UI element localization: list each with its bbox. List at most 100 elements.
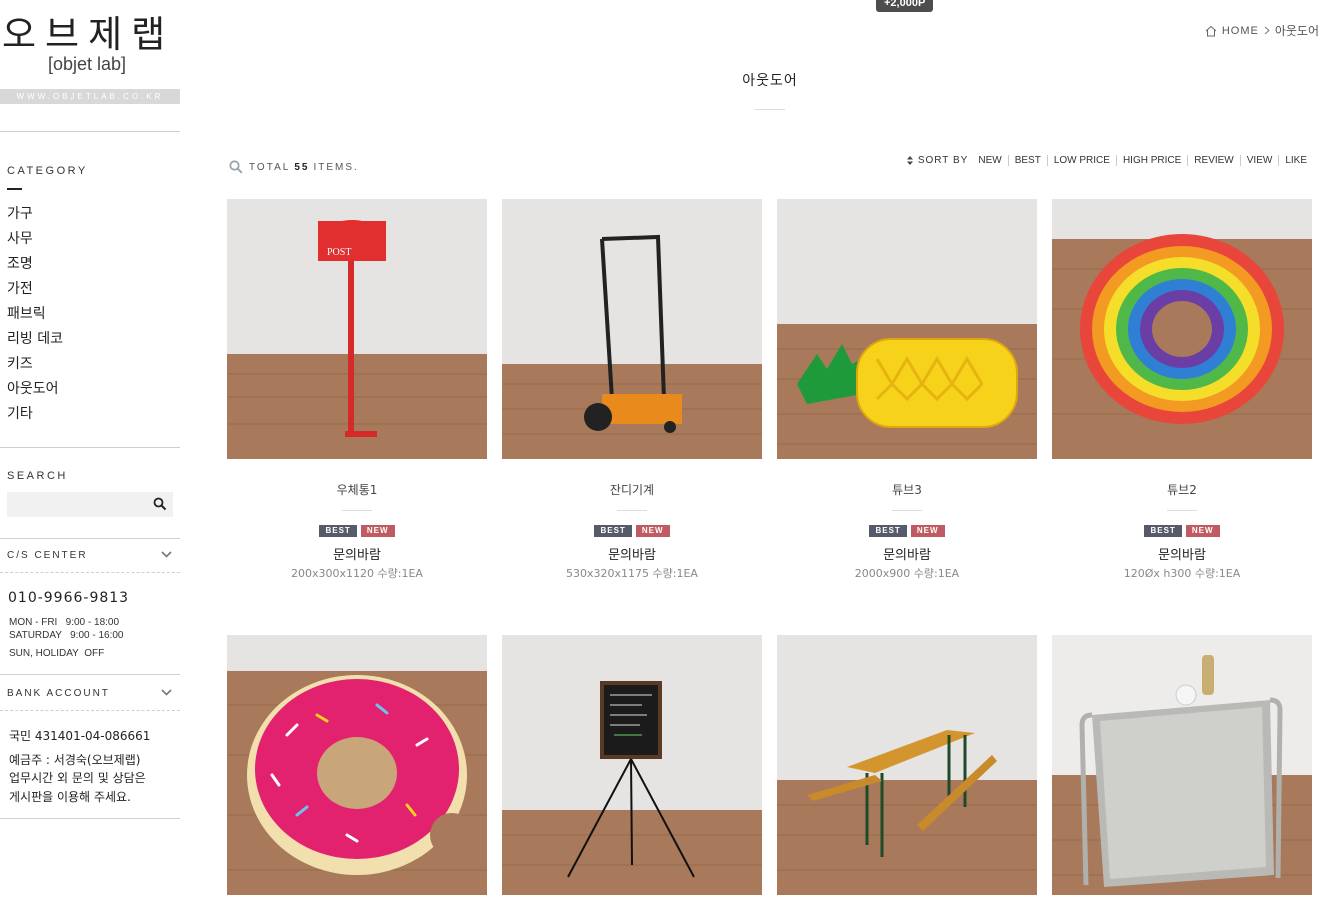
product-price: 문의바람 (333, 548, 381, 563)
cs-hours-weekday: MON - FRI 9:00 - 18:00 (9, 617, 120, 628)
product-card (227, 635, 487, 895)
total-count: TOTAL 55 ITEMS. (229, 160, 359, 174)
home-icon[interactable] (1205, 25, 1217, 37)
sort-low-price[interactable]: LOW PRICE (1046, 155, 1116, 166)
category-title: CATEGORY (7, 165, 88, 177)
breadcrumb: HOME 아웃도어 (1205, 22, 1319, 39)
category-item-fabric[interactable]: 패브릭 (7, 304, 63, 329)
product-name[interactable]: 잔디기계 (502, 481, 762, 498)
sort-high-price[interactable]: HIGH PRICE (1115, 155, 1187, 166)
chevron-down-icon[interactable] (161, 687, 172, 698)
product-divider (342, 510, 372, 511)
category-item-furniture[interactable]: 가구 (7, 204, 63, 229)
divider (0, 447, 180, 448)
breadcrumb-home[interactable]: HOME (1222, 25, 1259, 37)
product-tags: BEST NEW (1052, 525, 1312, 537)
total-number: 55 (294, 161, 310, 173)
product-name[interactable]: 튜브2 (1052, 481, 1312, 498)
product-tags: BEST NEW (502, 525, 762, 537)
product-name[interactable]: 튜브3 (777, 481, 1037, 498)
product-divider (892, 510, 922, 511)
category-item-living-deco[interactable]: 리빙 데코 (7, 329, 63, 354)
search-box (7, 492, 173, 517)
divider (0, 710, 180, 711)
divider (0, 538, 180, 539)
product-name[interactable]: 우체통1 (227, 481, 487, 498)
product-card (1052, 635, 1312, 895)
product-image-mailbox[interactable]: POST (227, 199, 487, 459)
best-badge: BEST (594, 525, 632, 537)
svg-text:POST: POST (327, 247, 351, 258)
search-input[interactable] (7, 492, 157, 517)
product-spec: 530x320x1175 수량:1EA (566, 567, 698, 580)
product-card (502, 635, 762, 895)
total-suffix: ITEMS. (313, 161, 359, 173)
chevron-down-icon[interactable] (161, 549, 172, 560)
product-spec: 2000x900 수량:1EA (854, 567, 960, 580)
best-badge: BEST (319, 525, 357, 537)
sort-review[interactable]: REVIEW (1187, 155, 1239, 166)
product-image-chalkboard-easel[interactable] (502, 635, 762, 895)
product-image-pineapple-float[interactable] (777, 199, 1037, 459)
category-item-office[interactable]: 사무 (7, 229, 63, 254)
new-badge: NEW (360, 525, 395, 537)
cs-hours-saturday: SATURDAY 9:00 - 16:00 (9, 630, 124, 641)
points-badge: +2,000P (876, 0, 934, 12)
sidebar: 오브제랩 [objet lab] WWW.OBJETLAB.CO.KR CATE… (0, 0, 180, 908)
search-title: SEARCH (7, 470, 68, 482)
product-price: 문의바람 (1158, 548, 1206, 563)
divider (0, 572, 180, 573)
divider (0, 131, 180, 132)
sort-like[interactable]: LIKE (1278, 155, 1313, 166)
product-price: 문의바람 (883, 548, 931, 563)
logo-korean[interactable]: 오브제랩 (2, 4, 174, 58)
product-image-display-stand[interactable] (1052, 635, 1312, 895)
product-card (777, 635, 1037, 895)
cs-phone: 010-9966-9813 (8, 590, 130, 606)
product-card: 튜브3 BEST NEW 문의바람 2000x900 수량:1EA (777, 199, 1037, 580)
title-divider (755, 109, 785, 110)
breadcrumb-current[interactable]: 아웃도어 (1275, 22, 1319, 39)
cs-hours-holiday: SUN, HOLIDAY OFF (9, 648, 105, 659)
product-image-picnic-table[interactable] (777, 635, 1037, 895)
sort-view[interactable]: VIEW (1239, 155, 1279, 166)
product-tags: BEST NEW (227, 525, 487, 537)
logo-english[interactable]: [objet lab] (48, 54, 126, 75)
product-price: 문의바람 (608, 548, 656, 563)
product-card: 튜브2 BEST NEW 문의바람 120Øx h300 수량:1EA (1052, 199, 1312, 580)
bank-note: 게시판을 이용해 주세요. (9, 790, 131, 804)
search-icon (229, 160, 243, 174)
category-item-etc[interactable]: 기타 (7, 404, 63, 429)
product-image-lawn-mower[interactable] (502, 199, 762, 459)
category-list: 가구 사무 조명 가전 패브릭 리빙 데코 키즈 아웃도어 기타 (7, 204, 63, 429)
bank-account-holder: 예금주 : 서경숙(오브제랩) (9, 753, 141, 767)
product-image-rainbow-ring[interactable] (1052, 199, 1312, 459)
category-item-lighting[interactable]: 조명 (7, 254, 63, 279)
sort-icon (906, 156, 913, 165)
new-badge: NEW (1185, 525, 1220, 537)
divider (0, 674, 180, 675)
new-badge: NEW (635, 525, 670, 537)
category-item-appliance[interactable]: 가전 (7, 279, 63, 304)
best-badge: BEST (1144, 525, 1182, 537)
sort-label: SORT BY (906, 155, 969, 166)
search-icon[interactable] (153, 497, 167, 511)
product-card: POST 우체통1 BEST NEW 문의바람 200x300x1120 수량:… (227, 199, 487, 580)
sort-new[interactable]: NEW (972, 155, 1007, 166)
sort-best[interactable]: BEST (1007, 155, 1047, 166)
page-title: 아웃도어 (742, 73, 798, 89)
new-badge: NEW (910, 525, 945, 537)
bank-account-title[interactable]: BANK ACCOUNT (7, 688, 110, 699)
chevron-right-icon (1264, 26, 1270, 35)
total-prefix: TOTAL (249, 161, 291, 173)
category-item-outdoor[interactable]: 아웃도어 (7, 379, 63, 404)
category-item-kids[interactable]: 키즈 (7, 354, 63, 379)
bank-note: 업무시간 외 문의 및 상담은 (9, 771, 146, 785)
divider (0, 818, 180, 819)
cs-center-title[interactable]: C/S CENTER (7, 550, 88, 561)
product-card: 잔디기계 BEST NEW 문의바람 530x320x1175 수량:1EA (502, 199, 762, 580)
product-image-donut-float[interactable] (227, 635, 487, 895)
sort-bar: SORT BY NEW BEST LOW PRICE HIGH PRICE RE… (906, 155, 1313, 166)
product-divider (1167, 510, 1197, 511)
logo-url: WWW.OBJETLAB.CO.KR (0, 89, 180, 104)
